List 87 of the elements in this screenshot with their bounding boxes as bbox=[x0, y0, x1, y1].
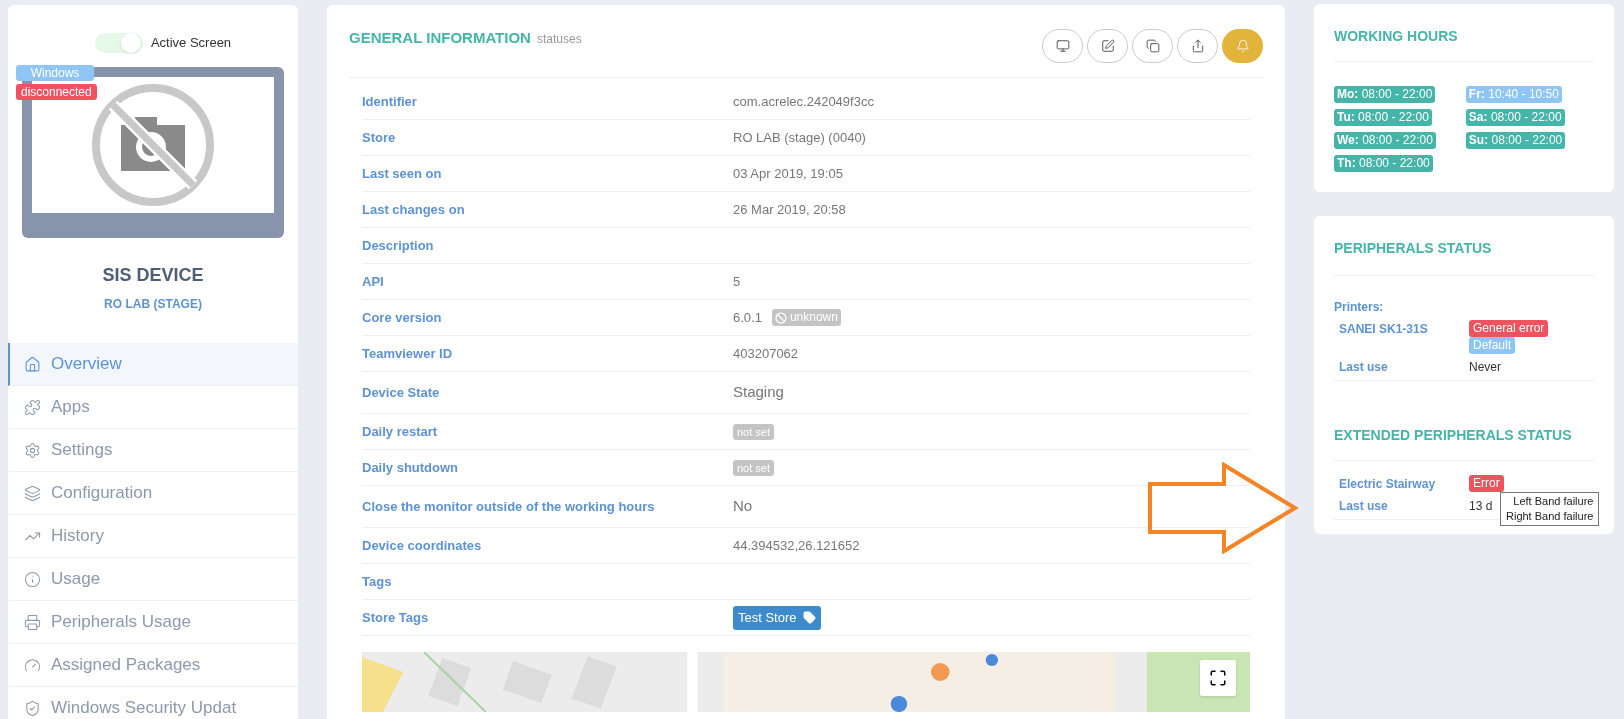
field-label: API bbox=[362, 272, 385, 291]
field-value: com.acrelec.242049f3cc bbox=[733, 92, 874, 111]
field-label: Last use bbox=[1338, 498, 1389, 515]
field-label: Core version bbox=[362, 308, 443, 327]
nav-item[interactable]: Settings bbox=[8, 429, 298, 472]
status-badge: Error bbox=[1469, 475, 1504, 492]
field-label: Last seen on bbox=[362, 164, 443, 183]
home-icon bbox=[24, 355, 41, 373]
field-label: Daily shutdown bbox=[362, 458, 460, 477]
field-label: Description bbox=[362, 236, 435, 255]
status-badge: General error bbox=[1469, 320, 1549, 337]
field-label: Tags bbox=[362, 572, 393, 591]
device-name: Electric Stairway bbox=[1338, 476, 1437, 493]
section-title: WORKING HOURS bbox=[1334, 26, 1594, 62]
hours-badge: Th: 08:00 - 22:00 bbox=[1334, 155, 1433, 172]
field-value: 5 bbox=[733, 272, 741, 291]
nav-item[interactable]: Usage bbox=[8, 558, 298, 601]
hours-badge: Tu: 08:00 - 22:00 bbox=[1334, 109, 1432, 126]
section-subtitle: statuses bbox=[536, 31, 582, 48]
field-value: 6.0.1 bbox=[733, 308, 762, 327]
hours-badge: Mo: 08:00 - 22:00 bbox=[1334, 86, 1436, 103]
nav-item[interactable]: Overview bbox=[8, 343, 298, 386]
active-screen-toggle[interactable] bbox=[94, 33, 143, 53]
field-label: Store Tags bbox=[362, 608, 430, 627]
no-camera-icon bbox=[91, 83, 215, 207]
field-value: No bbox=[733, 496, 753, 517]
field-value: 403207062 bbox=[733, 344, 799, 363]
status-badge: Windows bbox=[16, 65, 94, 81]
device-name: SIS DEVICE bbox=[101, 264, 205, 287]
not-set-badge: not set bbox=[733, 459, 775, 476]
notifications-button[interactable] bbox=[1222, 29, 1263, 63]
field-value: RO LAB (stage) (0040) bbox=[733, 128, 866, 147]
field-label: Last changes on bbox=[362, 200, 466, 219]
shield-icon bbox=[24, 699, 41, 717]
nav-item[interactable]: History bbox=[8, 515, 298, 558]
section-title: GENERAL INFORMATION bbox=[349, 28, 531, 48]
bell-icon bbox=[1235, 39, 1250, 53]
store-tag[interactable]: Test Store bbox=[733, 605, 821, 630]
nav-item[interactable]: Apps bbox=[8, 386, 298, 429]
field-value: Never bbox=[1469, 359, 1501, 376]
unknown-badge: unknown bbox=[771, 309, 841, 326]
hours-badge: Sa: 08:00 - 22:00 bbox=[1465, 109, 1565, 126]
hours-badge: We: 08:00 - 22:00 bbox=[1334, 132, 1436, 149]
puzzle-icon bbox=[24, 398, 41, 416]
settings-icon bbox=[24, 441, 41, 459]
fullscreen-icon bbox=[1209, 669, 1227, 687]
field-value: 13 d bbox=[1469, 498, 1493, 515]
field-label: Store bbox=[362, 128, 397, 147]
status-badge: disconnected bbox=[16, 84, 97, 100]
field-value: Staging bbox=[733, 382, 784, 403]
store-name: RO LAB (STAGE) bbox=[103, 296, 203, 313]
layers-icon bbox=[24, 484, 41, 502]
prohibited-icon bbox=[774, 311, 787, 324]
nav-item[interactable]: Assigned Packages bbox=[8, 644, 298, 687]
gauge-icon bbox=[24, 656, 41, 674]
nav-item[interactable]: Windows Security Updat bbox=[8, 687, 298, 719]
info-icon bbox=[24, 570, 41, 588]
group-label: Printers: bbox=[1334, 299, 1385, 316]
field-label: Teamviewer ID bbox=[362, 344, 454, 363]
not-set-badge: not set bbox=[733, 423, 775, 440]
fullscreen-button[interactable] bbox=[1200, 660, 1236, 696]
nav-item[interactable]: Peripherals Usage bbox=[8, 601, 298, 644]
field-label: Device State bbox=[362, 383, 441, 402]
copy-icon bbox=[1145, 39, 1160, 53]
monitor-icon bbox=[1055, 39, 1070, 53]
field-value: 44.394532,26.121652 bbox=[733, 536, 860, 555]
field-value: 03 Apr 2019, 19:05 bbox=[733, 164, 843, 183]
field-label: Close the monitor outside of the working hours bbox=[362, 497, 656, 516]
hours-badge: Fr: 10:40 - 10:50 bbox=[1465, 86, 1562, 103]
toggle-label: Active Screen bbox=[150, 34, 232, 53]
tag-icon bbox=[802, 611, 816, 624]
section-title: EXTENDED PERIPHERALS STATUS bbox=[1334, 425, 1594, 461]
nav-item[interactable]: Configuration bbox=[8, 472, 298, 515]
hours-badge: Su: 08:00 - 22:00 bbox=[1465, 132, 1566, 149]
printer-icon bbox=[24, 613, 41, 631]
device-name: SANEI SK1-31S bbox=[1338, 321, 1429, 338]
field-label: Daily restart bbox=[362, 422, 439, 441]
field-value: 26 Mar 2019, 20:58 bbox=[733, 200, 846, 219]
share-icon bbox=[1190, 39, 1205, 53]
section-title: PERIPHERALS STATUS bbox=[1334, 238, 1594, 276]
tooltip-line: Left Band failure bbox=[1513, 494, 1594, 509]
field-label: Identifier bbox=[362, 92, 418, 111]
tooltip-line: Right Band failure bbox=[1506, 509, 1594, 524]
field-label: Last use bbox=[1338, 359, 1389, 376]
edit-icon bbox=[1100, 39, 1115, 53]
field-label: Device coordinates bbox=[362, 536, 483, 555]
status-badge: Default bbox=[1469, 337, 1516, 354]
